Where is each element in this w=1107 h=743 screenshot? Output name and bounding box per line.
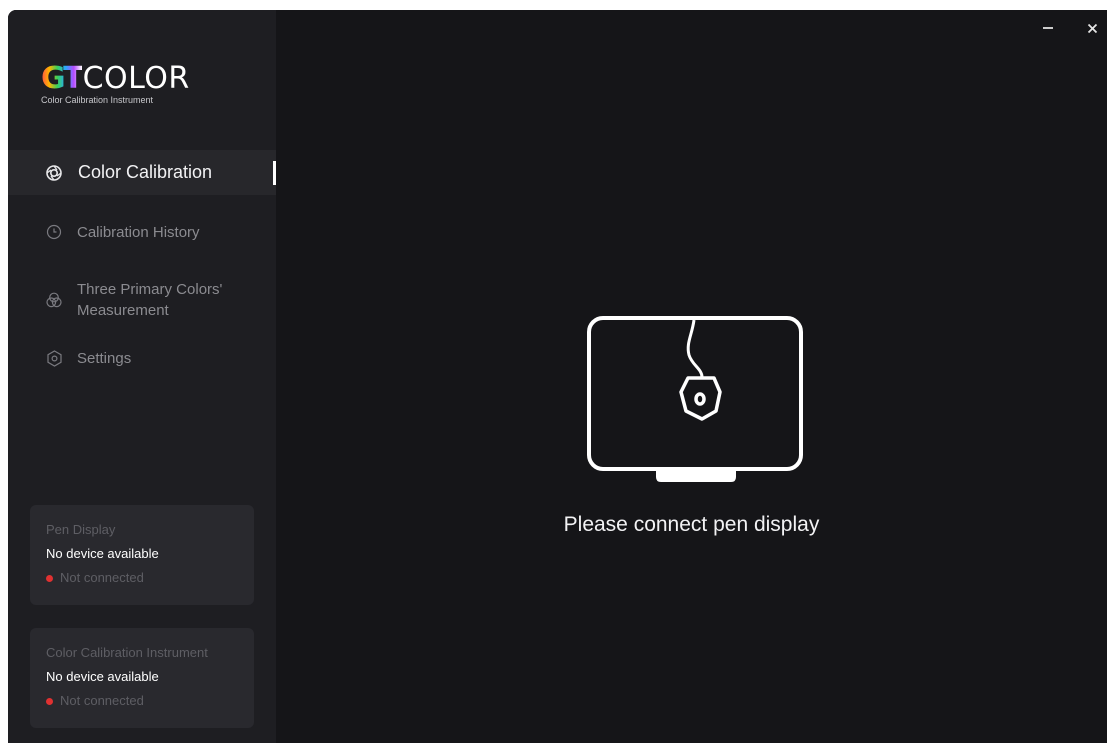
sidebar: GT COLOR Color Calibration Instrument Co… xyxy=(8,10,276,743)
connection-status: Not connected xyxy=(46,571,254,585)
close-button[interactable] xyxy=(1082,18,1102,38)
logo-color-text: COLOR xyxy=(82,61,190,96)
gear-hexagon-icon xyxy=(45,349,63,367)
logo-gt-mark: GT xyxy=(41,61,84,96)
color-calibration-icon xyxy=(45,164,63,182)
sidebar-item-three-primary-colors[interactable]: Three Primary Colors' Measurement xyxy=(8,278,276,322)
card-device-value: No device available xyxy=(46,546,159,561)
minimize-icon xyxy=(1043,27,1053,29)
connect-message: Please connect pen display xyxy=(563,513,820,536)
sidebar-item-label: Color Calibration xyxy=(78,162,213,182)
logo-subtitle: Color Calibration Instrument xyxy=(41,95,154,105)
status-text: Not connected xyxy=(60,693,144,708)
status-dot-icon xyxy=(46,574,53,582)
label-line-1: Three Primary Colors' xyxy=(77,281,223,298)
sidebar-item-color-calibration[interactable]: Color Calibration xyxy=(8,150,276,195)
connection-status: Not connected xyxy=(46,694,254,708)
pen-display-with-sensor-icon xyxy=(587,316,803,482)
sidebar-item-label: Calibration History xyxy=(77,223,200,241)
rgb-circles-icon xyxy=(45,291,63,309)
label-line-2: Measurement xyxy=(77,302,169,319)
card-title: Color Calibration Instrument xyxy=(46,645,208,660)
sidebar-item-label: Three Primary Colors' Measurement xyxy=(77,279,222,321)
pen-display-card: Pen Display No device available Not conn… xyxy=(30,505,254,605)
calibration-instrument-card: Color Calibration Instrument No device a… xyxy=(30,628,254,728)
card-device-value: No device available xyxy=(46,669,159,684)
minimize-button[interactable] xyxy=(1038,18,1058,38)
status-text: Not connected xyxy=(60,570,144,585)
status-dot-icon xyxy=(46,697,53,705)
clock-icon xyxy=(45,223,63,241)
card-title: Pen Display xyxy=(46,522,116,537)
sidebar-item-label: Settings xyxy=(77,349,132,367)
sidebar-item-settings[interactable]: Settings xyxy=(8,346,276,370)
close-icon xyxy=(1087,23,1097,33)
sidebar-item-calibration-history[interactable]: Calibration History xyxy=(8,220,276,244)
app-logo: GT COLOR Color Calibration Instrument xyxy=(41,64,241,114)
active-indicator xyxy=(273,161,276,185)
logo-wordmark: GT COLOR xyxy=(41,64,190,94)
app-window: GT COLOR Color Calibration Instrument Co… xyxy=(8,10,1107,743)
pen-display-illustration xyxy=(586,315,806,493)
